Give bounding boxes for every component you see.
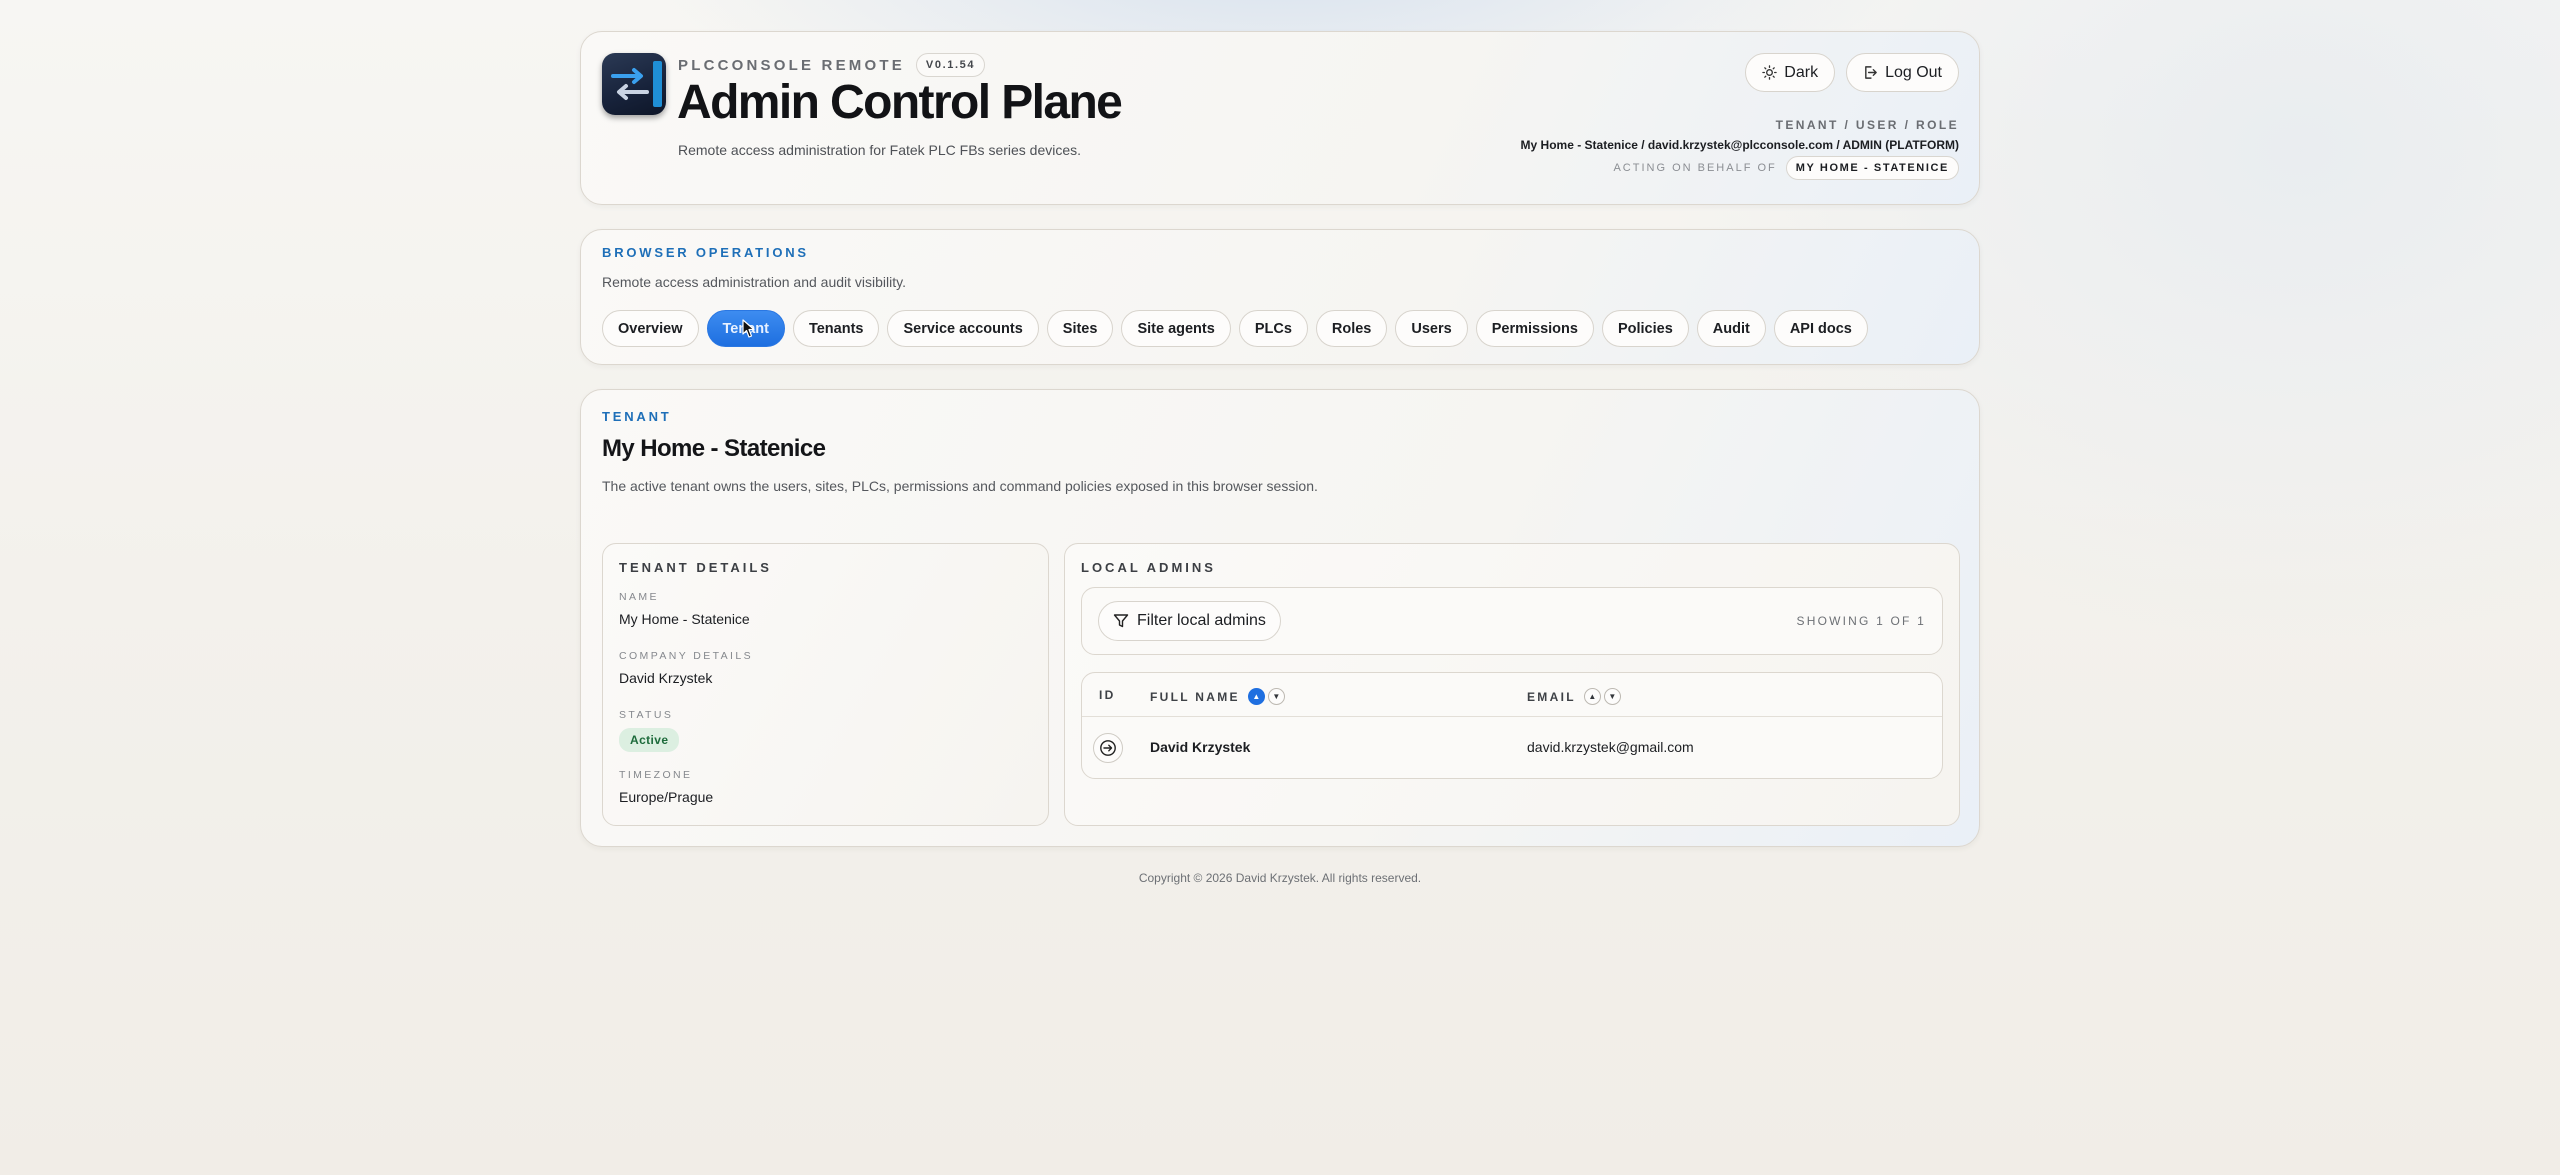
browser-operations-panel: BROWSER OPERATIONS Remote access adminis…	[580, 229, 1980, 365]
ops-subtitle: Remote access administration and audit v…	[602, 274, 906, 290]
timezone-label: TIMEZONE	[619, 769, 693, 781]
sort-ascending-icon[interactable]: ▲	[1247, 688, 1265, 705]
context-value: My Home - Statenice / david.krzystek@plc…	[1520, 138, 1959, 152]
swap-arrows-icon	[611, 68, 649, 100]
footer-copyright: Copyright © 2026 David Krzystek. All rig…	[1138, 871, 1422, 885]
status-label: STATUS	[619, 709, 674, 721]
main-nav: Overview Tenant Tenants Service accounts…	[602, 310, 1868, 347]
tenant-title: My Home - Statenice	[602, 435, 826, 462]
showing-count: SHOWING 1 OF 1	[1796, 614, 1926, 628]
app-header: PLCCONSOLE REMOTE V0.1.54 Admin Control …	[580, 31, 1980, 205]
behalf-tenant-chip[interactable]: MY HOME - STATENICE	[1785, 156, 1959, 180]
tab-plcs[interactable]: PLCs	[1238, 310, 1308, 347]
behalf-label: ACTING ON BEHALF OF	[1613, 162, 1777, 174]
admin-email: david.krzystek@gmail.com	[1527, 739, 1694, 755]
tab-permissions[interactable]: Permissions	[1475, 310, 1594, 347]
column-header-email: EMAIL ▲ ▼	[1527, 688, 1621, 705]
ops-kicker: BROWSER OPERATIONS	[602, 245, 809, 260]
tab-tenants[interactable]: Tenants	[792, 310, 880, 347]
tab-users[interactable]: Users	[1395, 310, 1468, 347]
filter-button-label: Filter local admins	[1137, 612, 1266, 629]
filter-bar: Filter local admins SHOWING 1 OF 1	[1081, 587, 1943, 655]
table-row[interactable]: David Krzystek david.krzystek@gmail.com	[1082, 717, 1942, 778]
sort-descending-icon[interactable]: ▼	[1267, 688, 1285, 705]
logo-accent-strip	[653, 61, 662, 107]
column-label-full-name: FULL NAME	[1150, 689, 1240, 704]
company-label: COMPANY DETAILS	[619, 650, 754, 662]
status-badge: Active	[619, 728, 680, 752]
brand-row: PLCCONSOLE REMOTE V0.1.54	[678, 53, 986, 77]
column-label-id: ID	[1099, 688, 1116, 702]
page-subtitle: Remote access administration for Fatek P…	[678, 142, 1082, 158]
sort-descending-icon[interactable]: ▼	[1603, 688, 1621, 705]
column-header-id: ID	[1099, 688, 1116, 702]
tab-service-accounts[interactable]: Service accounts	[887, 310, 1039, 347]
logout-label: Log Out	[1885, 63, 1942, 81]
email-sort: ▲ ▼	[1583, 688, 1621, 705]
local-admins-heading: LOCAL ADMINS	[1081, 560, 1216, 575]
admin-full-name: David Krzystek	[1150, 739, 1251, 755]
session-context: TENANT / USER / ROLE My Home - Statenice…	[1521, 118, 1959, 180]
local-admins-card: LOCAL ADMINS Filter local admins SHOWING…	[1064, 543, 1960, 826]
sun-icon	[1762, 65, 1777, 80]
logout-icon	[1865, 66, 1877, 79]
filter-icon	[1113, 614, 1129, 628]
version-badge: V0.1.54	[915, 53, 986, 77]
tab-sites[interactable]: Sites	[1046, 310, 1114, 347]
column-label-email: EMAIL	[1527, 689, 1576, 704]
tenant-description: The active tenant owns the users, sites,…	[602, 478, 1318, 494]
tenant-details-heading: TENANT DETAILS	[619, 560, 772, 575]
page: PLCCONSOLE REMOTE V0.1.54 Admin Control …	[580, 31, 1980, 885]
timezone-value: Europe/Prague	[619, 789, 714, 805]
local-admins-table: ID FULL NAME ▲ ▼ EMAIL ▲ ▼ David Krzyste…	[1081, 672, 1943, 779]
theme-toggle-button[interactable]: Dark	[1745, 53, 1836, 92]
header-actions: Dark Log Out	[1745, 53, 1959, 92]
app-logo	[602, 53, 666, 115]
filter-local-admins-button[interactable]: Filter local admins	[1098, 601, 1281, 641]
tab-api-docs[interactable]: API docs	[1773, 310, 1868, 347]
theme-toggle-label: Dark	[1784, 63, 1819, 81]
page-title: Admin Control Plane	[677, 76, 1123, 129]
full-name-sort: ▲ ▼	[1247, 688, 1285, 705]
tenant-panel: TENANT My Home - Statenice The active te…	[580, 389, 1980, 847]
context-label: TENANT / USER / ROLE	[1775, 118, 1959, 132]
tab-tenant[interactable]: Tenant	[706, 310, 785, 347]
tenant-kicker: TENANT	[602, 409, 672, 424]
company-value: David Krzystek	[619, 670, 713, 686]
behalf-row: ACTING ON BEHALF OF MY HOME - STATENICE	[1521, 156, 1959, 180]
brand-name: PLCCONSOLE REMOTE	[678, 56, 905, 74]
tab-audit[interactable]: Audit	[1696, 310, 1766, 347]
tab-site-agents[interactable]: Site agents	[1121, 310, 1231, 347]
table-header: ID FULL NAME ▲ ▼ EMAIL ▲ ▼	[1082, 673, 1942, 717]
name-value: My Home - Statenice	[619, 611, 750, 627]
arrow-right-circle-icon	[1100, 740, 1116, 756]
tab-roles[interactable]: Roles	[1315, 310, 1388, 347]
name-label: NAME	[619, 591, 659, 603]
column-header-full-name: FULL NAME ▲ ▼	[1150, 688, 1285, 705]
tenant-details-card: TENANT DETAILS NAME My Home - Statenice …	[602, 543, 1049, 826]
sort-ascending-icon[interactable]: ▲	[1583, 688, 1601, 705]
mouse-cursor-icon	[741, 319, 755, 338]
logout-button[interactable]: Log Out	[1846, 53, 1959, 92]
tab-overview[interactable]: Overview	[602, 310, 699, 347]
tab-policies[interactable]: Policies	[1601, 310, 1689, 347]
open-record-button[interactable]	[1093, 733, 1123, 763]
